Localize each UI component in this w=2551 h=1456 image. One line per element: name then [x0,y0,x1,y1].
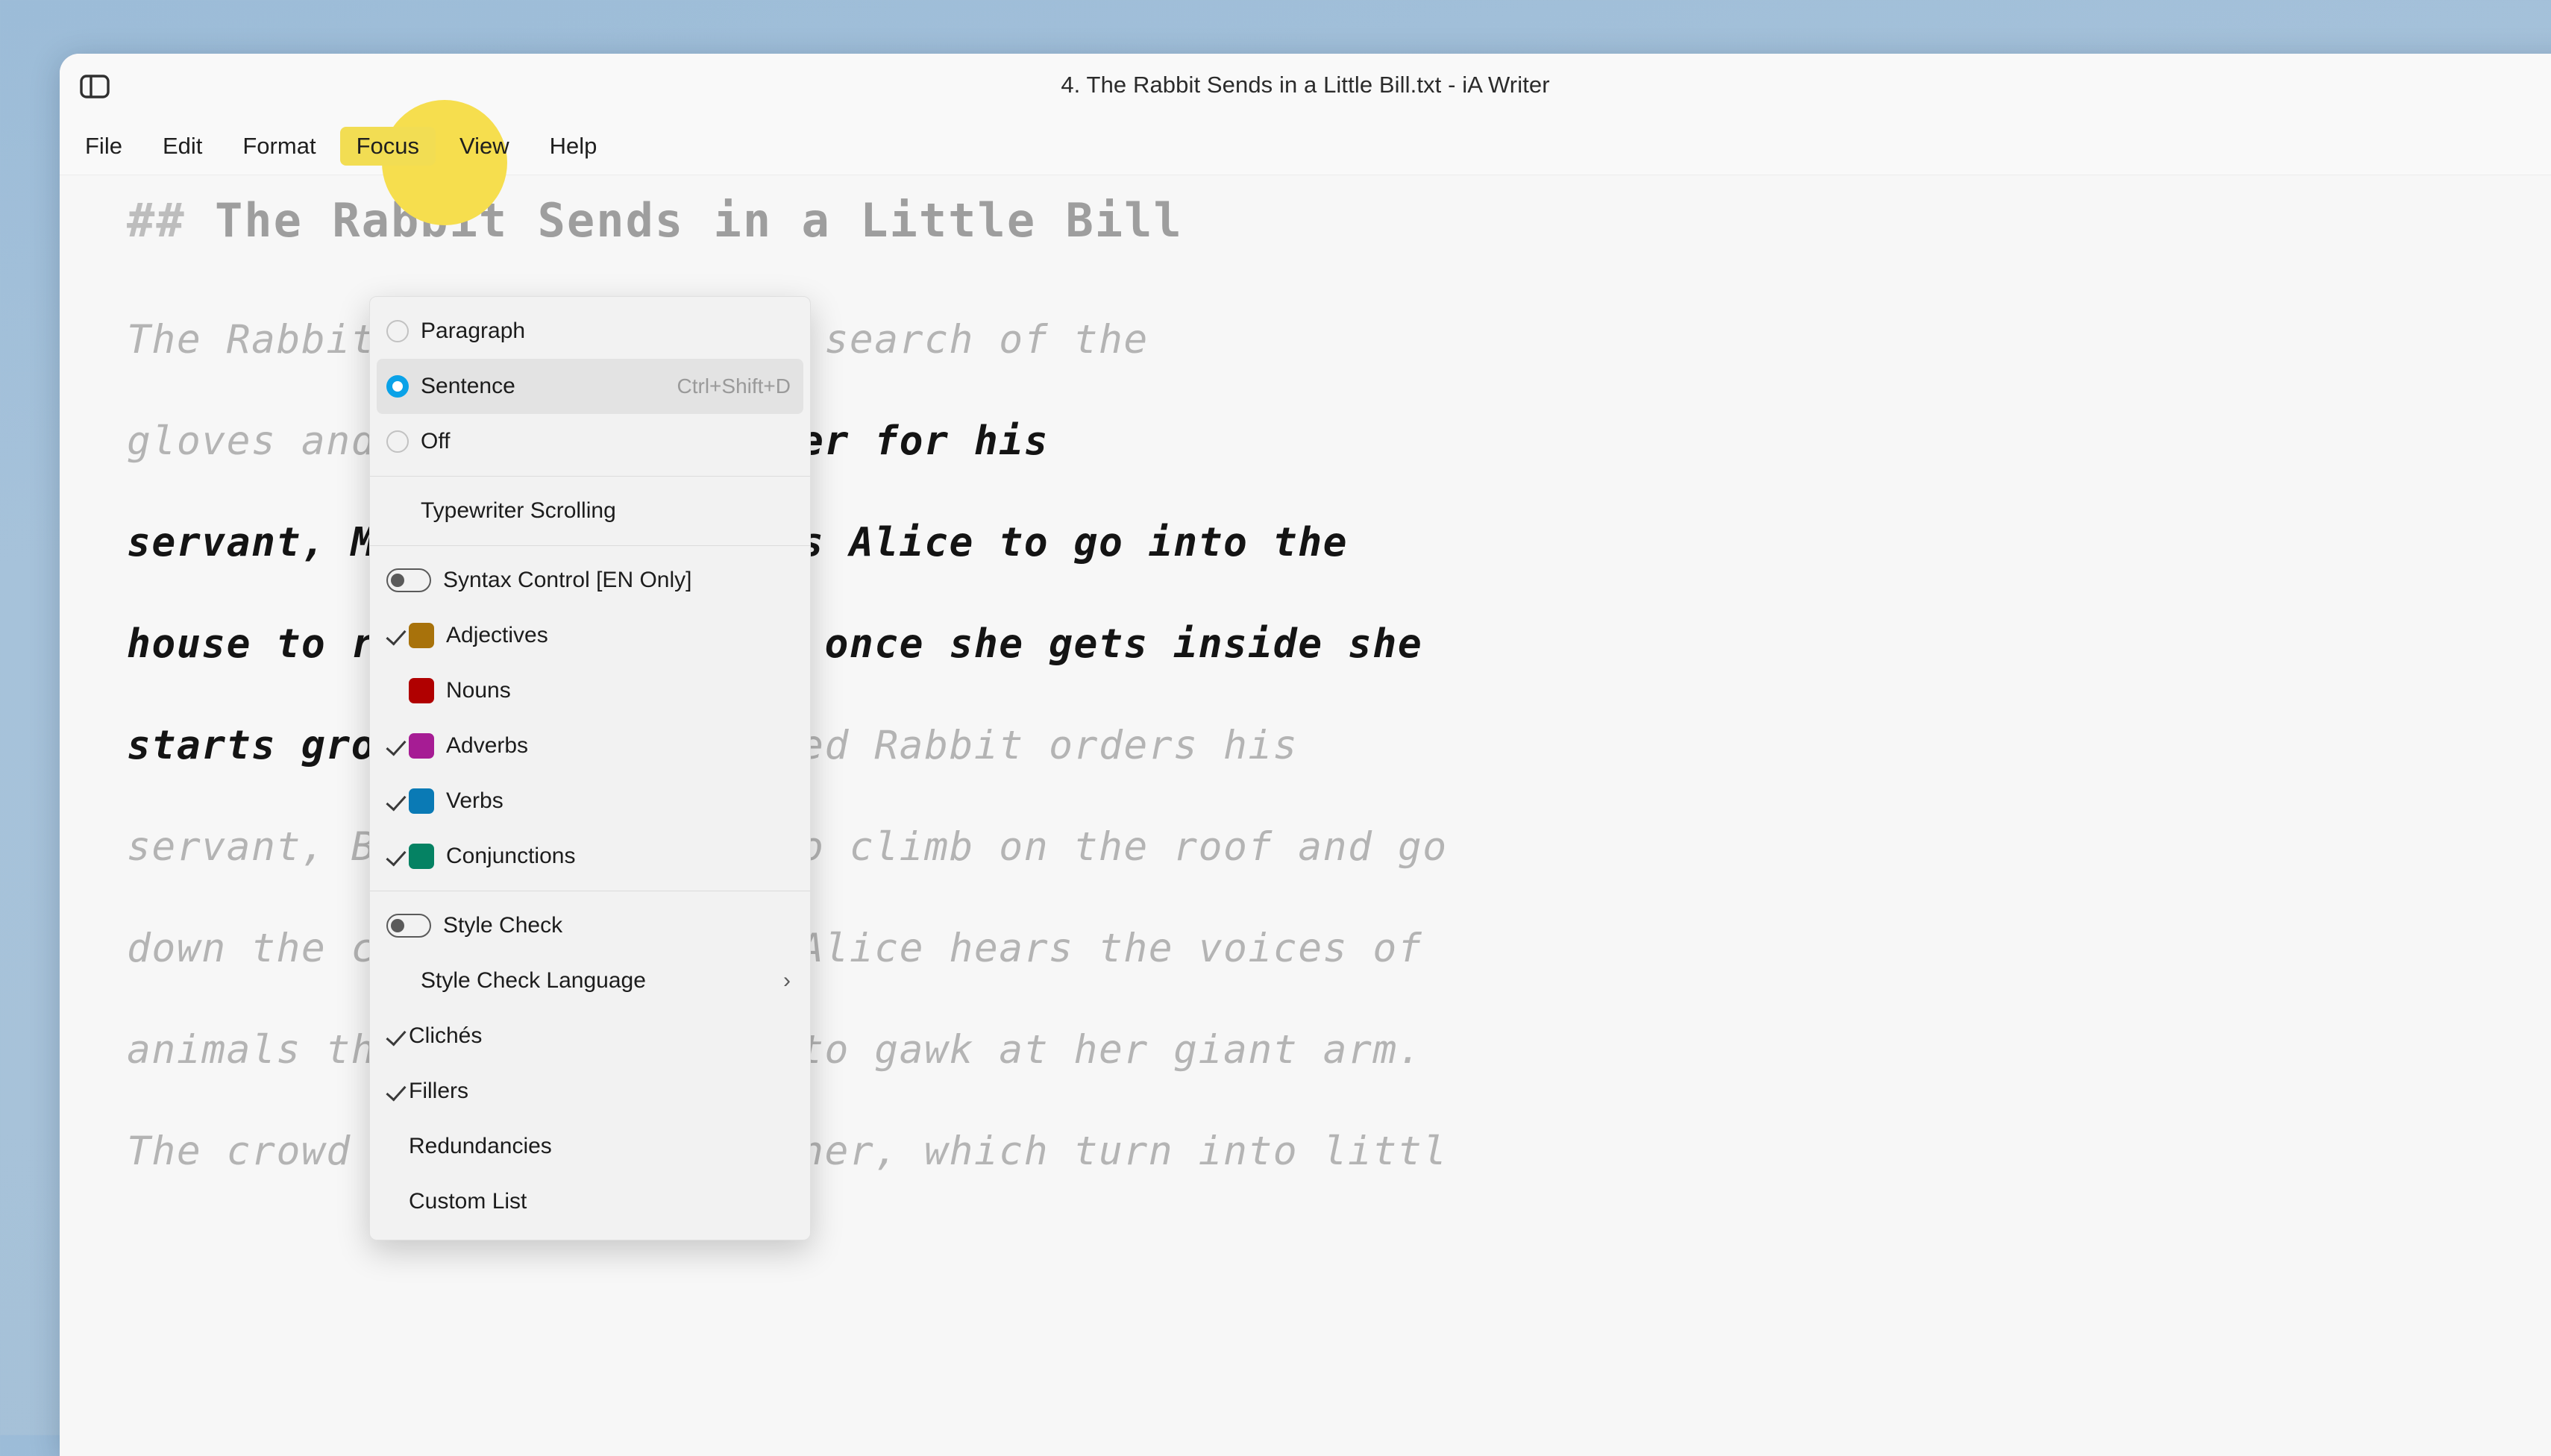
menu-item-file[interactable]: File [69,127,139,166]
checkmark-icon [386,735,409,757]
menu-option-label: Sentence [421,374,515,398]
checkmark-icon [386,624,409,647]
menu-option-label: Paragraph [421,318,526,343]
menu-item-label: Conjunctions [446,844,576,868]
menu-item-label: Style Check [443,913,563,938]
menu-option-label: Off [421,429,451,454]
menu-item-label: Redundancies [409,1134,552,1158]
menu-item-fillers[interactable]: Fillers [370,1064,810,1119]
menu-toggle-syntax-control[interactable]: Syntax Control [EN Only] [370,553,810,608]
menu-item-typewriter-scrolling[interactable]: Typewriter Scrolling [370,483,810,539]
menu-item-redundancies[interactable]: Redundancies [370,1119,810,1174]
menu-item-label: Verbs [446,788,503,813]
menu-toggle-style-check[interactable]: Style Check [370,898,810,953]
menu-item-style-check-language[interactable]: Style Check Language › [370,953,810,1008]
editor-area[interactable]: ## The Rabbit Sends in a Little Bill The… [60,175,2551,1456]
menu-item-nouns[interactable]: Nouns [370,663,810,718]
menu-item-label: Typewriter Scrolling [421,498,616,523]
menu-item-custom-list[interactable]: Custom List [370,1174,810,1229]
checkmark-icon [386,845,409,867]
app-window: 4. The Rabbit Sends in a Little Bill.txt… [60,54,2551,1456]
menu-item-label: Adverbs [446,733,529,758]
checkmark-icon [386,1025,409,1047]
menu-item-adverbs[interactable]: Adverbs [370,718,810,774]
color-swatch-nouns [409,678,434,703]
menu-item-label: Fillers [409,1079,468,1103]
heading-text: The Rabbit Sends in a Little Bill [214,193,1183,248]
color-swatch-conjunctions [409,844,434,869]
menu-item-edit[interactable]: Edit [146,127,219,166]
menu-separator [370,476,810,477]
toggle-switch-icon[interactable] [386,568,431,592]
radio-selected-icon [386,375,421,398]
menu-item-label: Style Check Language [421,968,646,993]
menu-item-conjunctions[interactable]: Conjunctions [370,829,810,884]
menu-option-sentence[interactable]: Sentence Ctrl+Shift+D [377,359,803,414]
heading-hash-marks: ## [127,193,186,248]
menu-item-help[interactable]: Help [533,127,614,166]
focus-dropdown-menu: Paragraph Sentence Ctrl+Shift+D Off Type… [369,296,811,1240]
menu-separator [370,545,810,546]
checkmark-icon [386,1080,409,1102]
checkmark-icon [386,1135,409,1158]
menu-item-label: Syntax Control [EN Only] [443,568,692,592]
color-swatch-verbs [409,788,434,814]
menu-item-adjectives[interactable]: Adjectives [370,608,810,663]
menu-item-cliches[interactable]: Clichés [370,1008,810,1064]
menu-bar: File Edit Format Focus View Help [60,100,2551,225]
menu-option-off[interactable]: Off [370,414,810,469]
radio-icon [386,320,421,342]
menu-item-label: Adjectives [446,623,548,647]
menu-option-shortcut: Ctrl+Shift+D [677,374,791,398]
checkmark-icon [386,680,409,702]
menu-item-focus[interactable]: Focus [339,127,436,166]
window-title: 4. The Rabbit Sends in a Little Bill.txt… [1061,72,1550,98]
menu-item-label: Custom List [409,1189,527,1214]
radio-icon [386,430,421,453]
menu-item-verbs[interactable]: Verbs [370,774,810,829]
checkmark-icon [386,790,409,812]
menu-option-paragraph[interactable]: Paragraph [370,304,810,359]
color-swatch-adverbs [409,733,434,759]
chevron-right-icon: › [783,968,791,993]
color-swatch-adjectives [409,623,434,648]
menu-item-label: Nouns [446,678,511,703]
menu-item-label: Clichés [409,1023,483,1048]
toggle-switch-icon[interactable] [386,914,431,938]
checkmark-icon [386,1190,409,1213]
menu-item-view[interactable]: View [443,127,526,166]
menu-item-format[interactable]: Format [226,127,332,166]
